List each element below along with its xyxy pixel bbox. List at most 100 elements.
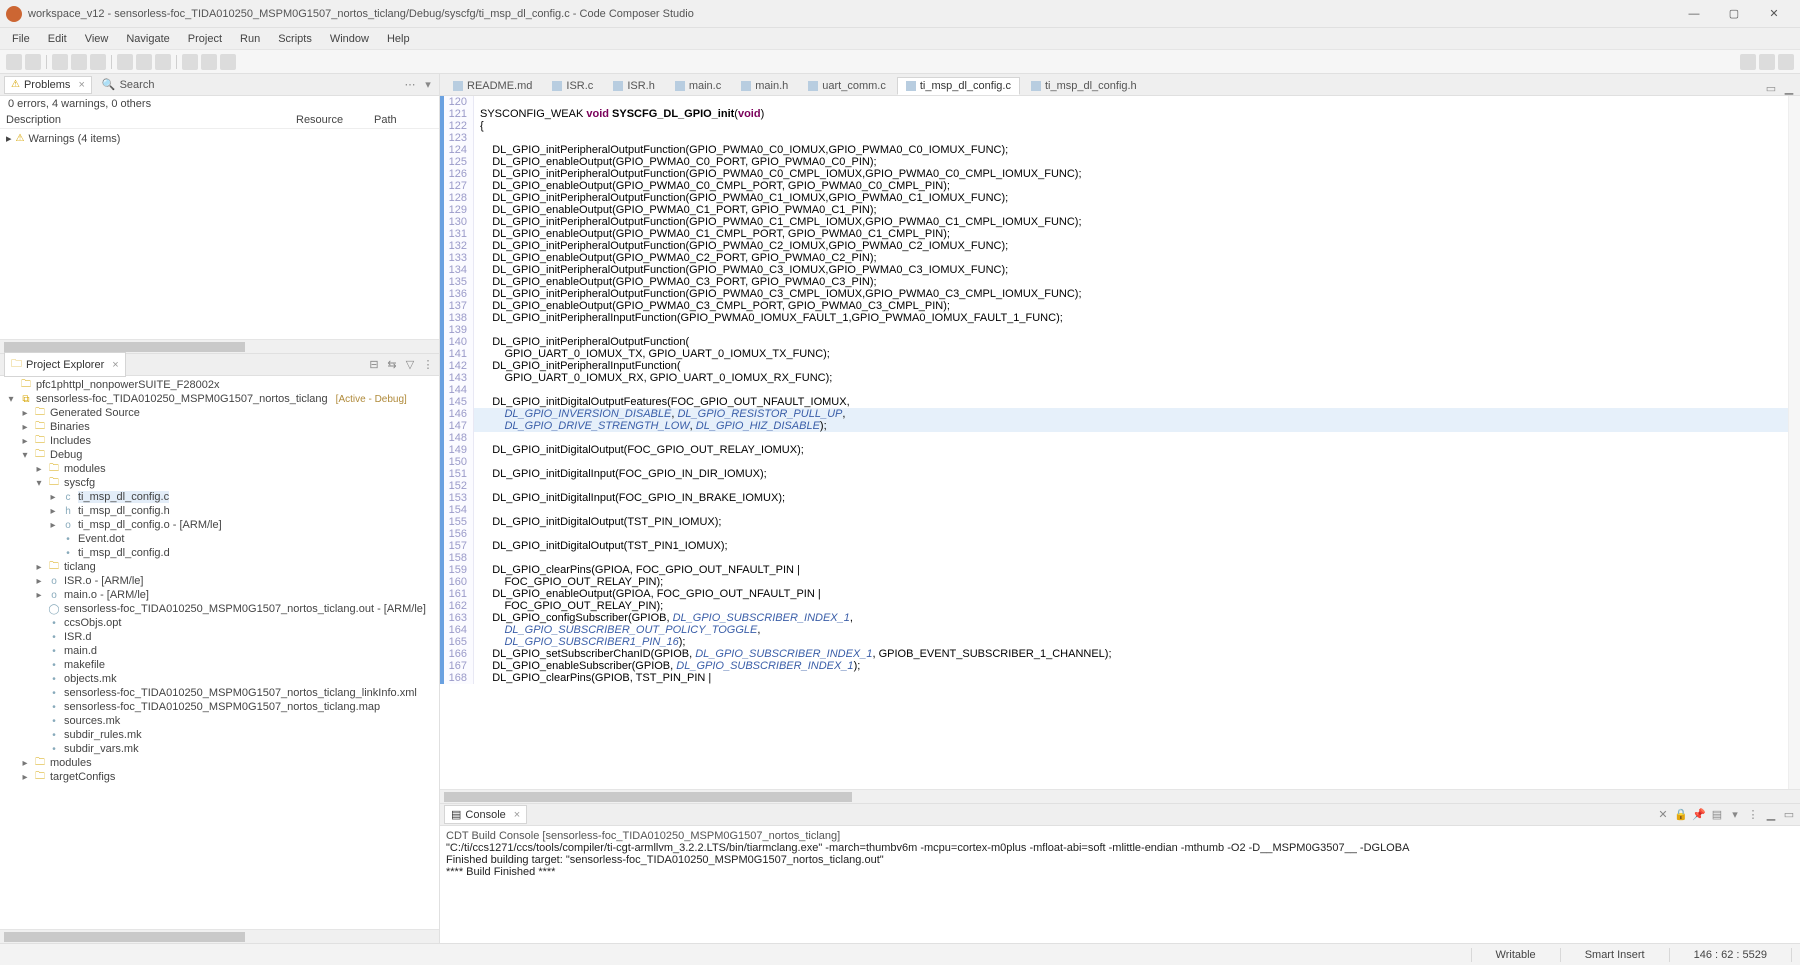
tree-row[interactable]: •main.d — [6, 644, 433, 658]
tree-row[interactable]: ▾🗀syscfg — [6, 476, 433, 490]
filter-icon[interactable]: ▽ — [403, 358, 417, 372]
tree-caret[interactable]: ▸ — [48, 506, 58, 517]
menu-window[interactable]: Window — [322, 31, 377, 47]
close-icon[interactable]: × — [514, 809, 520, 821]
code-line[interactable]: 136 DL_GPIO_initPeripheralOutputFunction… — [440, 288, 1788, 300]
tree-row[interactable]: ▸cti_msp_dl_config.c — [6, 490, 433, 504]
maximize-icon[interactable]: ▭ — [1782, 808, 1796, 822]
open-perspective-icon[interactable] — [1759, 54, 1775, 70]
tree-row[interactable]: ◯sensorless-foc_TIDA010250_MSPM0G1507_no… — [6, 602, 433, 616]
editor-tab[interactable]: ISR.h — [604, 77, 664, 95]
menu-edit[interactable]: Edit — [40, 31, 75, 47]
tree-caret[interactable]: ▸ — [20, 408, 30, 419]
tab-console[interactable]: ▤ Console × — [444, 805, 527, 824]
toolbar-button[interactable] — [117, 54, 133, 70]
close-button[interactable]: ✕ — [1754, 3, 1794, 25]
code-line[interactable]: 152 — [440, 480, 1788, 492]
code-line[interactable]: 128 DL_GPIO_initPeripheralOutputFunction… — [440, 192, 1788, 204]
toolbar-button[interactable] — [182, 54, 198, 70]
code-line[interactable]: 153 DL_GPIO_initDigitalInput(FOC_GPIO_IN… — [440, 492, 1788, 504]
collapse-all-icon[interactable]: ⊟ — [367, 358, 381, 372]
tree-row[interactable]: ▸🗀modules — [6, 756, 433, 770]
perspective-icon[interactable] — [1778, 54, 1794, 70]
menu-file[interactable]: File — [4, 31, 38, 47]
code-line[interactable]: 164 DL_GPIO_SUBSCRIBER_OUT_POLICY_TOGGLE… — [440, 624, 1788, 636]
explorer-tree[interactable]: 🗀pfc1phttpl_nonpowerSUITE_F28002x▾⧉senso… — [0, 376, 439, 929]
problem-row[interactable]: ▸⚠Warnings (4 items) — [6, 131, 433, 146]
code-line[interactable]: 154 — [440, 504, 1788, 516]
col-path[interactable]: Path — [374, 114, 433, 126]
code-line[interactable]: 138 DL_GPIO_initPeripheralInputFunction(… — [440, 312, 1788, 324]
menu-view[interactable]: View — [77, 31, 117, 47]
tree-row[interactable]: ▾⧉sensorless-foc_TIDA010250_MSPM0G1507_n… — [6, 392, 433, 406]
view-menu-icon[interactable]: ▾ — [421, 78, 435, 92]
code-line[interactable]: 131 DL_GPIO_enableOutput(GPIO_PWMA0_C1_C… — [440, 228, 1788, 240]
link-editor-icon[interactable]: ⇆ — [385, 358, 399, 372]
code-line[interactable]: 167 DL_GPIO_enableSubscriber(GPIOB, DL_G… — [440, 660, 1788, 672]
tree-caret[interactable]: ▸ — [20, 758, 30, 769]
console-menu-icon[interactable]: ⋮ — [1746, 808, 1760, 822]
tree-row[interactable]: •subdir_vars.mk — [6, 742, 433, 756]
overview-ruler[interactable] — [1788, 96, 1800, 789]
tree-row[interactable]: ▸oISR.o - [ARM/le] — [6, 574, 433, 588]
tree-caret[interactable]: ▸ — [48, 520, 58, 531]
view-menu-icon[interactable]: ⋮ — [421, 358, 435, 372]
tree-row[interactable]: •ti_msp_dl_config.d — [6, 546, 433, 560]
editor-tab[interactable]: uart_comm.c — [799, 77, 895, 95]
tree-caret[interactable]: ▸ — [48, 492, 58, 503]
tree-caret[interactable]: ▸ — [34, 562, 44, 573]
code-line[interactable]: 160 FOC_GPIO_OUT_RELAY_PIN); — [440, 576, 1788, 588]
code-line[interactable]: 143 GPIO_UART_0_IOMUX_RX, GPIO_UART_0_IO… — [440, 372, 1788, 384]
col-resource[interactable]: Resource — [296, 114, 374, 126]
col-description[interactable]: Description — [6, 114, 296, 126]
console-output[interactable]: CDT Build Console [sensorless-foc_TIDA01… — [440, 826, 1800, 943]
code-line[interactable]: 142 DL_GPIO_initPeripheralInputFunction( — [440, 360, 1788, 372]
pin-console-icon[interactable]: 📌 — [1692, 808, 1706, 822]
toolbar-button[interactable] — [6, 54, 22, 70]
code-line[interactable]: 123 — [440, 132, 1788, 144]
tree-caret[interactable]: ▸ — [34, 590, 44, 601]
code-line[interactable]: 156 — [440, 528, 1788, 540]
tree-row[interactable]: ▸🗀targetConfigs — [6, 770, 433, 784]
tree-row[interactable]: ▸🗀Generated Source — [6, 406, 433, 420]
code-line[interactable]: 163 DL_GPIO_configSubscriber(GPIOB, DL_G… — [440, 612, 1788, 624]
code-line[interactable]: 157 DL_GPIO_initDigitalOutput(TST_PIN1_I… — [440, 540, 1788, 552]
code-line[interactable]: 151 DL_GPIO_initDigitalInput(FOC_GPIO_IN… — [440, 468, 1788, 480]
tree-caret[interactable]: ▾ — [20, 450, 30, 461]
tree-row[interactable]: ▾🗀Debug — [6, 448, 433, 462]
code-editor[interactable]: 120121SYSCONFIG_WEAK void SYSCFG_DL_GPIO… — [440, 96, 1788, 789]
editor-tab[interactable]: README.md — [444, 77, 541, 95]
tree-caret[interactable]: ▸ — [34, 576, 44, 587]
editor-tab[interactable]: ti_msp_dl_config.h — [1022, 77, 1146, 95]
toolbar-button[interactable] — [155, 54, 171, 70]
minimize-icon[interactable]: ▁ — [1764, 808, 1778, 822]
code-line[interactable]: 122{ — [440, 120, 1788, 132]
tree-row[interactable]: ▸oti_msp_dl_config.o - [ARM/le] — [6, 518, 433, 532]
tree-row[interactable]: ▸🗀Binaries — [6, 420, 433, 434]
code-line[interactable]: 148 — [440, 432, 1788, 444]
toolbar-button[interactable] — [52, 54, 68, 70]
tree-row[interactable]: •ccsObjs.opt — [6, 616, 433, 630]
menu-project[interactable]: Project — [180, 31, 230, 47]
code-line[interactable]: 165 DL_GPIO_SUBSCRIBER1_PIN_16); — [440, 636, 1788, 648]
code-line[interactable]: 120 — [440, 96, 1788, 108]
code-line[interactable]: 140 DL_GPIO_initPeripheralOutputFunction… — [440, 336, 1788, 348]
code-line[interactable]: 145 DL_GPIO_initDigitalOutputFeatures(FO… — [440, 396, 1788, 408]
code-line[interactable]: 149 DL_GPIO_initDigitalOutput(FOC_GPIO_O… — [440, 444, 1788, 456]
menu-help[interactable]: Help — [379, 31, 418, 47]
toolbar-button[interactable] — [71, 54, 87, 70]
minimize-editor-icon[interactable]: ▁ — [1782, 81, 1796, 95]
menu-run[interactable]: Run — [232, 31, 268, 47]
tab-search[interactable]: 🔍 Search — [96, 76, 161, 93]
editor-tab[interactable]: ti_msp_dl_config.c — [897, 77, 1020, 95]
code-line[interactable]: 134 DL_GPIO_initPeripheralOutputFunction… — [440, 264, 1788, 276]
code-line[interactable]: 126 DL_GPIO_initPeripheralOutputFunction… — [440, 168, 1788, 180]
code-line[interactable]: 144 — [440, 384, 1788, 396]
tree-row[interactable]: •makefile — [6, 658, 433, 672]
code-line[interactable]: 125 DL_GPIO_enableOutput(GPIO_PWMA0_C0_P… — [440, 156, 1788, 168]
close-icon[interactable]: × — [78, 79, 84, 91]
tree-row[interactable]: •sensorless-foc_TIDA010250_MSPM0G1507_no… — [6, 686, 433, 700]
h-scrollbar[interactable] — [0, 339, 439, 353]
code-line[interactable]: 162 FOC_GPIO_OUT_RELAY_PIN); — [440, 600, 1788, 612]
tree-row[interactable]: ▸🗀ticlang — [6, 560, 433, 574]
